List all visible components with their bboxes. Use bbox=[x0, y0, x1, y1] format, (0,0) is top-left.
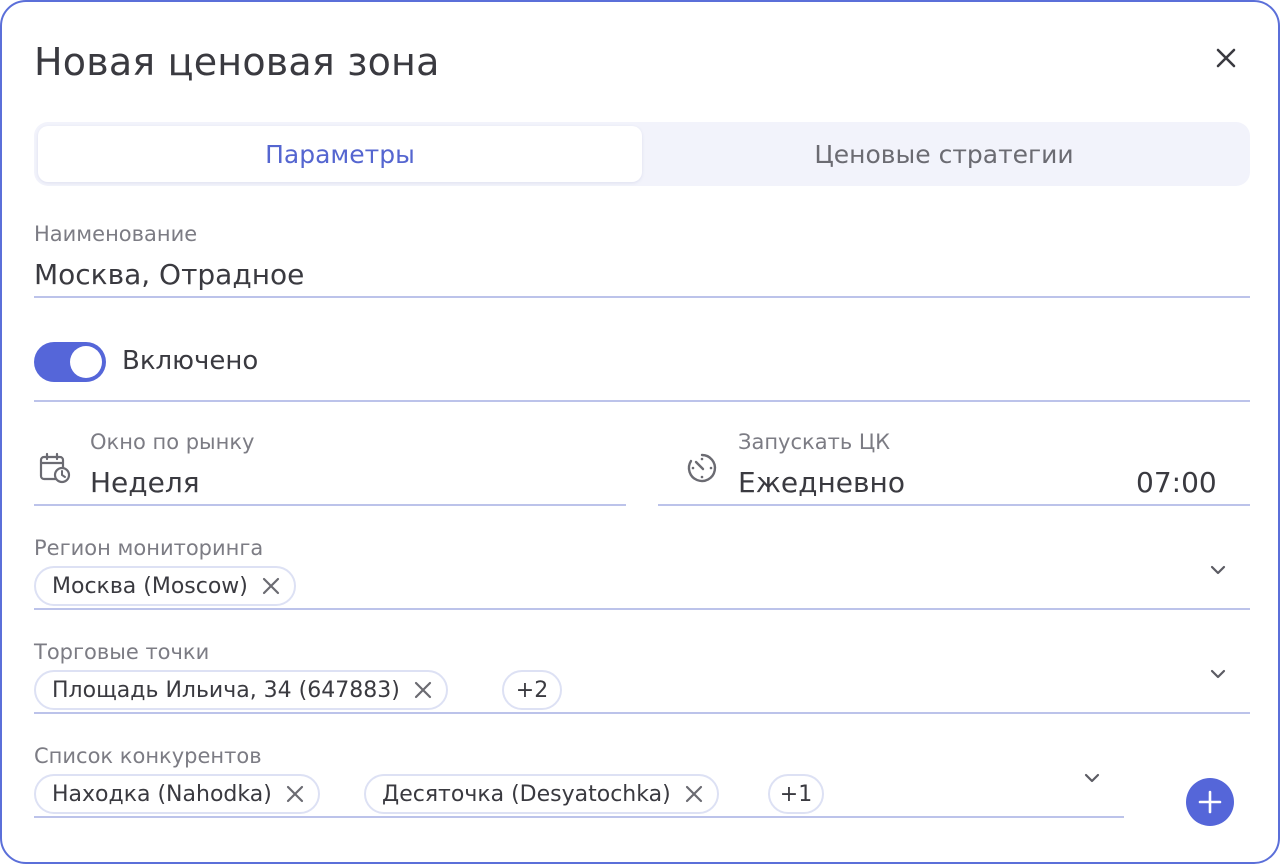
chip-label: Площадь Ильича, 34 (647883) bbox=[52, 677, 400, 703]
close-icon bbox=[262, 577, 279, 595]
market-window-label: Окно по рынку bbox=[90, 430, 255, 454]
stores-dropdown-button[interactable] bbox=[1206, 662, 1230, 686]
chevron-down-icon bbox=[1084, 773, 1100, 783]
close-icon bbox=[1216, 48, 1236, 68]
chip-label: Десяточка (Desyatochka) bbox=[382, 781, 671, 807]
name-field-label: Наименование bbox=[34, 222, 198, 246]
chevron-down-icon bbox=[1210, 669, 1226, 679]
run-schedule-label: Запускать ЦК bbox=[738, 430, 891, 454]
region-label: Регион мониторинга bbox=[34, 536, 264, 560]
region-underline bbox=[34, 608, 1250, 610]
close-icon bbox=[414, 681, 431, 699]
timer-icon bbox=[684, 450, 720, 486]
run-schedule-underline bbox=[658, 504, 1250, 506]
toggle-knob bbox=[70, 346, 102, 378]
chip-remove-button[interactable] bbox=[414, 681, 432, 699]
tab-bar: Параметры Ценовые стратегии bbox=[34, 122, 1250, 186]
chip-remove-button[interactable] bbox=[685, 785, 703, 803]
competitor-chip: Находка (Nahodka) bbox=[34, 774, 320, 814]
close-icon bbox=[685, 785, 702, 803]
tab-parameters[interactable]: Параметры bbox=[38, 126, 642, 182]
competitors-underline bbox=[34, 816, 1124, 818]
enabled-toggle-label: Включено bbox=[122, 346, 259, 376]
run-schedule-value[interactable]: Ежедневно bbox=[738, 466, 905, 499]
close-button[interactable] bbox=[1210, 42, 1242, 74]
plus-icon bbox=[1198, 790, 1222, 814]
chip-label: Москва (Moscow) bbox=[52, 573, 248, 599]
chip-label: Находка (Nahodka) bbox=[52, 781, 272, 807]
dialog-title: Новая ценовая зона bbox=[34, 40, 440, 84]
name-field-input[interactable]: Москва, Отрадное bbox=[34, 258, 304, 291]
close-icon bbox=[286, 785, 303, 803]
region-chip: Москва (Moscow) bbox=[34, 566, 296, 606]
tab-price-strategies[interactable]: Ценовые стратегии bbox=[642, 126, 1246, 182]
name-field-underline bbox=[34, 296, 1250, 298]
chevron-down-icon bbox=[1210, 565, 1226, 575]
market-window-underline bbox=[34, 504, 626, 506]
competitors-label: Список конкурентов bbox=[34, 744, 262, 768]
stores-underline bbox=[34, 712, 1250, 714]
enabled-toggle[interactable] bbox=[34, 342, 106, 382]
competitor-chip: Десяточка (Desyatochka) bbox=[364, 774, 719, 814]
stores-more-chip[interactable]: +2 bbox=[502, 670, 562, 710]
competitors-more-chip[interactable]: +1 bbox=[768, 774, 824, 814]
new-price-zone-dialog: Новая ценовая зона Параметры Ценовые стр… bbox=[0, 0, 1280, 864]
add-competitor-button[interactable] bbox=[1186, 778, 1234, 826]
stores-label: Торговые точки bbox=[34, 640, 210, 664]
store-chip: Площадь Ильича, 34 (647883) bbox=[34, 670, 448, 710]
run-schedule-time[interactable]: 07:00 bbox=[1136, 466, 1217, 499]
competitors-dropdown-button[interactable] bbox=[1080, 766, 1104, 790]
toggle-divider bbox=[34, 400, 1250, 402]
chip-remove-button[interactable] bbox=[262, 577, 280, 595]
calendar-clock-icon bbox=[36, 450, 72, 486]
region-dropdown-button[interactable] bbox=[1206, 558, 1230, 582]
market-window-value[interactable]: Неделя bbox=[90, 466, 200, 499]
chip-remove-button[interactable] bbox=[286, 785, 304, 803]
